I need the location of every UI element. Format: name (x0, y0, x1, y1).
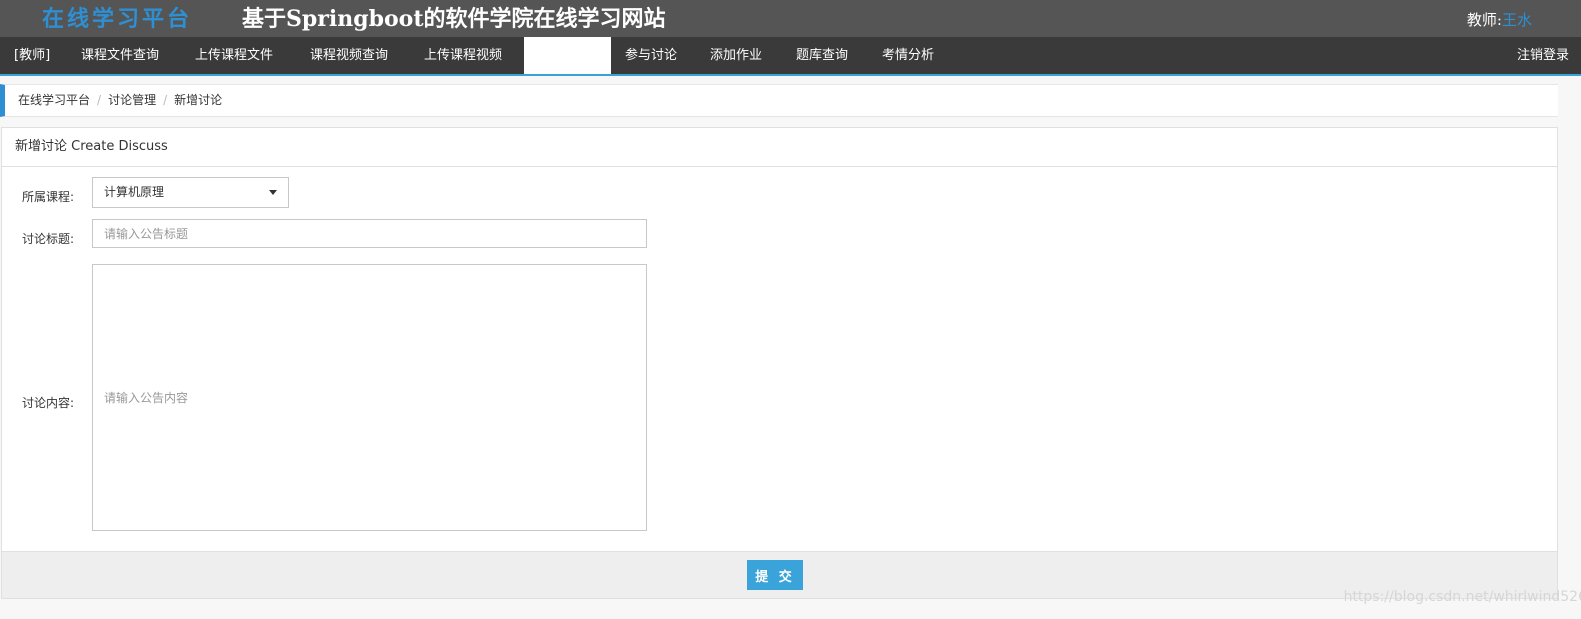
course-select[interactable]: 计算机原理 (92, 177, 289, 208)
course-label: 所属课程: (22, 190, 75, 204)
breadcrumb-separator: / (163, 93, 168, 107)
platform-brand: 在线学习平台 (42, 6, 193, 32)
top-header: 在线学习平台 基于Springboot的软件学院在线学习网站 教师:王水 (0, 0, 1581, 37)
discussion-content-textarea[interactable] (92, 264, 647, 531)
nav-item-join-discussion[interactable]: 参与讨论 (611, 37, 691, 74)
nav-item-upload-videos[interactable]: 上传课程视频 (410, 37, 516, 74)
chevron-down-icon (269, 190, 277, 195)
breadcrumb-item-home[interactable]: 在线学习平台 (18, 93, 90, 107)
breadcrumb-item-current: 新增讨论 (174, 93, 223, 107)
course-select-value: 计算机原理 (104, 185, 165, 199)
title-label: 讨论标题: (22, 232, 75, 246)
submit-button[interactable]: 提 交 (747, 560, 803, 590)
user-info: 教师:王水 (1467, 9, 1532, 30)
nav-item-course-files[interactable]: 课程文件查询 (67, 37, 173, 74)
user-role-label: 教师: (1466, 11, 1502, 29)
discussion-title-input[interactable] (92, 219, 647, 248)
nav-item-role[interactable]: [教师] (0, 37, 64, 74)
nav-item-upload-files[interactable]: 上传课程文件 (181, 37, 287, 74)
main-nav: [教师] 课程文件查询 上传课程文件 课程视频查询 上传课程视频 发布讨论 参与… (0, 37, 1581, 76)
breadcrumb: 在线学习平台 / 讨论管理 / 新增讨论 (0, 84, 1558, 117)
breadcrumb-separator: / (97, 93, 102, 107)
nav-item-publish-discussion[interactable]: 发布讨论 (524, 37, 611, 74)
logout-link[interactable]: 注销登录 (1517, 37, 1569, 74)
nav-item-course-videos[interactable]: 课程视频查询 (296, 37, 402, 74)
panel-footer: 提 交 (2, 551, 1557, 598)
content-label: 讨论内容: (22, 396, 75, 410)
nav-item-exam-analysis[interactable]: 考情分析 (868, 37, 948, 74)
site-title: 基于Springboot的软件学院在线学习网站 (242, 6, 666, 32)
nav-item-add-homework[interactable]: 添加作业 (696, 37, 776, 74)
panel-title: 新增讨论 Create Discuss (2, 128, 1557, 167)
create-discussion-panel: 新增讨论 Create Discuss 所属课程: 计算机原理 讨论标题: 讨论… (1, 127, 1558, 599)
breadcrumb-item-discussion-manage[interactable]: 讨论管理 (108, 93, 156, 107)
nav-item-question-bank[interactable]: 题库查询 (782, 37, 862, 74)
watermark: https://blog.csdn.net/whirlwind526 (1343, 589, 1581, 605)
user-name[interactable]: 王水 (1502, 11, 1532, 29)
